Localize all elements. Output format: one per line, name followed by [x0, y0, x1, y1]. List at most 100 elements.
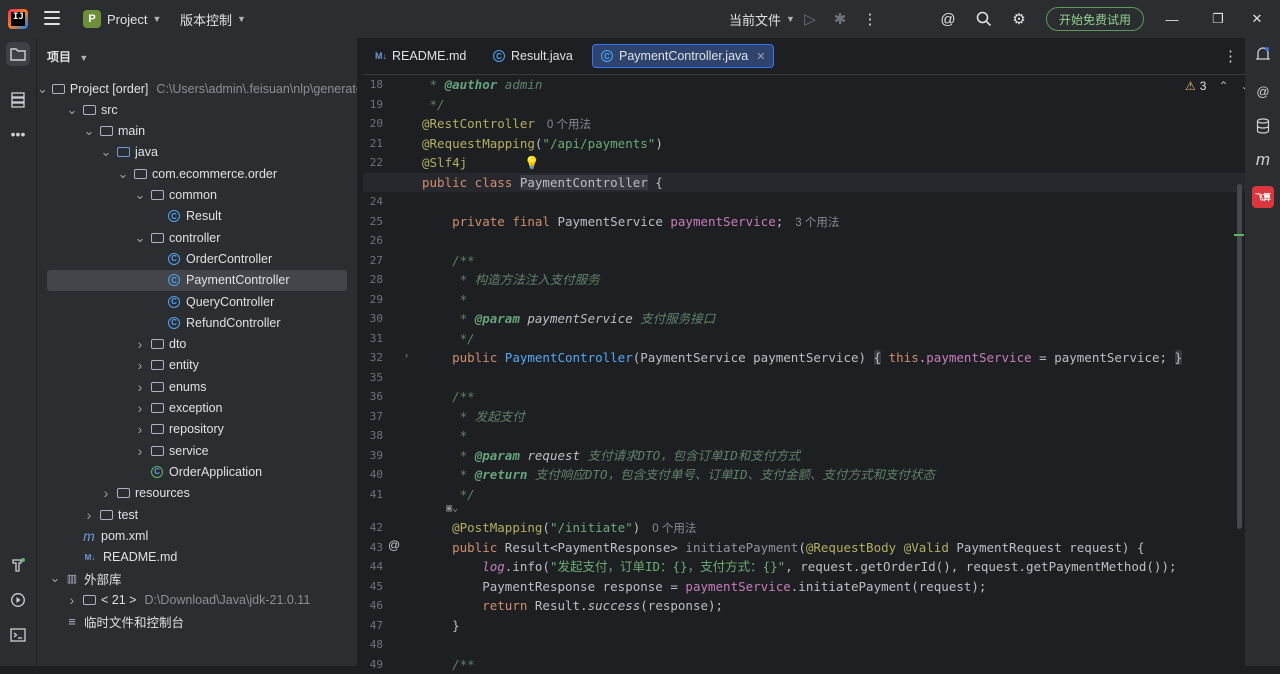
settings-gear-icon[interactable]: ⚙ [1009, 9, 1029, 29]
chevron-down-icon[interactable]: ⌄ [100, 145, 112, 158]
line-number[interactable]: 25 [363, 215, 383, 228]
tree-item[interactable]: C OrderController [37, 248, 357, 269]
ai-assistant-icon[interactable]: @ [938, 9, 958, 29]
more-tools-icon[interactable]: ••• [6, 122, 30, 146]
terminal-icon[interactable] [6, 623, 30, 647]
project-view-folder-icon[interactable] [6, 42, 30, 66]
main-menu-icon[interactable] [44, 11, 60, 25]
tree-item[interactable]: › service [37, 440, 357, 461]
tree-item[interactable]: › resources [37, 483, 357, 504]
line-number[interactable]: 39 [363, 449, 383, 462]
line-number[interactable]: 18 [363, 78, 383, 91]
notifications-bell-icon[interactable] [1252, 43, 1274, 65]
chevron-right-icon[interactable]: › [100, 485, 112, 501]
tab-readme[interactable]: M↓ README.md [367, 44, 474, 68]
line-number[interactable]: 26 [363, 234, 383, 247]
tree-item[interactable]: C RefundController [37, 312, 357, 333]
tree-item[interactable]: ⌄ java [37, 142, 357, 163]
chevron-right-icon[interactable]: › [83, 507, 95, 523]
chevron-down-icon[interactable]: ⌄ [134, 231, 146, 244]
services-icon[interactable] [6, 588, 30, 612]
line-number[interactable]: 21 [363, 137, 383, 150]
tree-item[interactable]: m pom.xml [37, 525, 357, 546]
tree-item[interactable]: ⌄ controller [37, 227, 357, 248]
line-number[interactable]: 41 [363, 488, 383, 501]
chevron-right-icon[interactable]: › [134, 336, 146, 352]
more-actions-icon[interactable]: ⋮ [860, 9, 880, 29]
tree-item[interactable]: ⌄ com.ecommerce.order [37, 163, 357, 184]
chevron-right-icon[interactable]: › [66, 592, 78, 608]
line-number[interactable]: 19 [363, 98, 383, 111]
run-config-selector[interactable]: 当前文件 ▼ [729, 0, 795, 38]
chevron-right-icon[interactable]: › [134, 379, 146, 395]
tree-item[interactable]: ⌄ common [37, 185, 357, 206]
line-number[interactable]: 22 [363, 156, 383, 169]
build-hammer-icon[interactable] [6, 553, 30, 577]
chevron-down-icon[interactable]: ⌄ [37, 82, 48, 95]
close-tab-icon[interactable]: ✕ [756, 50, 765, 63]
feisuan-plugin-icon[interactable]: 飞算 [1252, 186, 1274, 208]
vcs-menu[interactable]: 版本控制 ▼ [180, 0, 246, 38]
line-number[interactable]: 35 [363, 371, 383, 384]
line-number[interactable]: 36 [363, 390, 383, 403]
tree-item[interactable]: ⌄ src [37, 99, 357, 120]
ai-chat-icon[interactable]: @ [1252, 80, 1274, 102]
tree-item[interactable]: M↓ README.md [37, 547, 357, 568]
structure-icon[interactable] [6, 88, 30, 112]
line-number[interactable]: 24 [363, 195, 383, 208]
chevron-right-icon[interactable]: › [134, 357, 146, 373]
line-number[interactable]: 43 [363, 541, 383, 554]
tree-item[interactable]: › < 21 > D:\Download\Java\jdk-21.0.11 [37, 589, 357, 610]
tree-item[interactable]: C OrderApplication [37, 461, 357, 482]
line-number[interactable]: 27 [363, 254, 383, 267]
line-number[interactable]: 44 [363, 560, 383, 573]
line-number[interactable]: 20 [363, 117, 383, 130]
tab-result-java[interactable]: C Result.java [485, 44, 581, 68]
start-free-trial-button[interactable]: 开始免费试用 [1046, 7, 1144, 31]
chevron-down-icon[interactable]: ⌄ [134, 188, 146, 201]
tree-item[interactable]: ⌄ ▥ 外部库 [37, 568, 357, 589]
line-number[interactable]: 45 [363, 580, 383, 593]
tree-item[interactable]: › repository [37, 419, 357, 440]
debug-icon[interactable]: ✱ [830, 9, 850, 29]
chevron-right-icon[interactable]: › [134, 421, 146, 437]
tree-item[interactable]: › enums [37, 376, 357, 397]
maven-icon[interactable]: m [1252, 149, 1274, 171]
chevron-right-icon[interactable]: › [134, 400, 146, 416]
usage-hint[interactable]: 0 个用法 [547, 119, 591, 131]
line-number[interactable]: 30 [363, 312, 383, 325]
render-doc-toggle-icon[interactable]: ▣⌄ [422, 499, 458, 515]
tree-item[interactable]: › test [37, 504, 357, 525]
chevron-down-icon[interactable]: ⌄ [117, 167, 129, 180]
minimize-icon[interactable]: — [1149, 0, 1195, 38]
tree-item[interactable]: ⌄ Project [order] C:\Users\admin\.feisuan\… [37, 78, 357, 99]
line-number[interactable]: 47 [363, 619, 383, 632]
tree-item[interactable]: C PaymentController [47, 269, 347, 291]
chevron-down-icon[interactable]: ⌄ [83, 124, 95, 137]
tree-item[interactable]: C QueryController [37, 291, 357, 312]
usage-hint[interactable]: 3 个用法 [795, 217, 839, 229]
tree-item[interactable]: › dto [37, 334, 357, 355]
usage-hint[interactable]: 0 个用法 [652, 523, 696, 535]
tab-options-icon[interactable]: ⋮ [1223, 47, 1238, 65]
line-number[interactable]: 48 [363, 638, 383, 651]
endpoint-gutter-icon[interactable]: @ [388, 538, 400, 552]
tree-item[interactable]: › exception [37, 398, 357, 419]
line-number[interactable]: 40 [363, 468, 383, 481]
line-number[interactable]: 49 [363, 658, 383, 671]
fold-brace[interactable]: } [1174, 350, 1183, 365]
lightbulb-intention-icon[interactable]: 💡 [524, 153, 540, 172]
code-area[interactable]: * @author admin */ @RestController 0 个用法 … [422, 75, 1232, 672]
database-icon[interactable] [1252, 115, 1274, 137]
line-number[interactable]: 29 [363, 293, 383, 306]
fold-brace[interactable]: { [873, 350, 882, 365]
tab-payment-controller-java[interactable]: C PaymentController.java ✕ [592, 44, 775, 68]
tree-item[interactable]: › entity [37, 355, 357, 376]
line-number[interactable]: 37 [363, 410, 383, 423]
line-number[interactable]: 38 [363, 429, 383, 442]
line-number[interactable]: 31 [363, 332, 383, 345]
line-number[interactable]: 46 [363, 599, 383, 612]
close-icon[interactable]: ✕ [1234, 0, 1280, 38]
line-number[interactable]: 42 [363, 521, 383, 534]
project-panel-title[interactable]: 项目 ▼ [47, 48, 88, 65]
